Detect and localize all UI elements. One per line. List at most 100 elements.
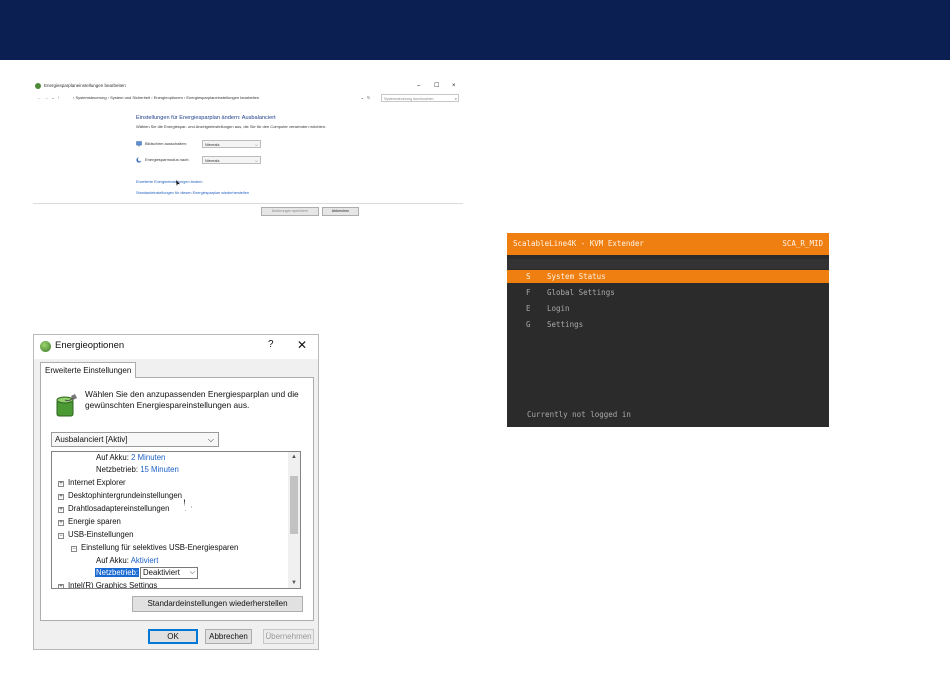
tree-item-label: Intel(R) Graphics Settings (68, 581, 158, 589)
collapse-minus-icon[interactable]: − (58, 533, 64, 539)
tree-item-intel-graphics[interactable]: + Intel(R) Graphics Settings (58, 580, 158, 589)
cancel-button[interactable]: Abbrechen (322, 207, 359, 216)
menu-label: Settings (547, 320, 584, 329)
expand-plus-icon[interactable]: + (58, 494, 64, 500)
menu-hotkey: E (526, 304, 531, 313)
chevron-down-icon: ⌵ (189, 569, 196, 576)
tree-item-label: USB-Einstellungen (68, 530, 134, 539)
tree-item-wireless-adapter[interactable]: + Drahtlosadaptereinstellungen (58, 503, 169, 515)
display-off-select[interactable]: Niemals ⌵ (202, 140, 261, 148)
kvm-menu-item-settings[interactable]: G Settings (507, 318, 829, 331)
select-value: Deaktiviert (143, 568, 180, 577)
tree-item-label: Desktophintergrundeinstellungen (68, 491, 182, 500)
breadcrumb[interactable]: › Systemsteuerung › System und Sicherhei… (73, 94, 366, 102)
kvm-divider-band (507, 259, 829, 269)
window-titlebar: Energiesparplaneinstellungen bearbeiten … (33, 80, 463, 92)
setting-value[interactable]: Aktiviert (131, 556, 159, 565)
tree-item-energy-saving[interactable]: + Energie sparen (58, 516, 121, 528)
battery-plug-icon (56, 394, 77, 417)
sleep-select[interactable]: Niemals ⌵ (202, 156, 261, 164)
chevron-down-icon[interactable]: ⌄ (361, 94, 364, 102)
collapse-minus-icon[interactable]: − (71, 546, 77, 552)
menu-label: Global Settings (547, 288, 615, 297)
save-changes-button[interactable]: Änderungen speichern (261, 207, 319, 216)
nav-arrows-icon[interactable]: ← → ⌄ ↑ (37, 93, 61, 103)
divider (33, 203, 463, 204)
restore-plan-defaults-link[interactable]: Standardeinstellungen für diesen Energie… (136, 191, 249, 195)
cancel-button[interactable]: Abbrechen (205, 629, 252, 644)
address-bar: ← → ⌄ ↑ › Systemsteuerung › System und S… (33, 93, 463, 103)
tree-setting-usb-on-battery[interactable]: Auf Akku: Aktiviert (96, 555, 158, 567)
dialog-titlebar: Energieoptionen ? ✕ (34, 335, 318, 359)
chevron-down-icon: ⌵ (254, 158, 258, 163)
kvm-header: ScalableLine4K - KVM Extender SCA_R_MID (507, 233, 829, 255)
select-value: Niemals (205, 142, 220, 147)
tree-setting-plugged-in[interactable]: Netzbetrieb: 15 Minuten (96, 464, 179, 476)
scroll-down-icon[interactable]: ▼ (288, 578, 300, 588)
power-plan-select[interactable]: Ausbalanciert [Aktiv] ⌵ (51, 432, 219, 447)
refresh-icon[interactable]: ↻ (367, 93, 370, 103)
expand-plus-icon[interactable]: + (58, 584, 64, 588)
expand-plus-icon[interactable]: + (58, 481, 64, 487)
setting-value[interactable]: 2 Minuten (131, 453, 165, 462)
menu-hotkey: S (526, 272, 531, 281)
tree-scrollbar[interactable]: ▲ ▼ (288, 452, 300, 588)
maximize-button[interactable]: ☐ (434, 80, 439, 92)
power-options-dialog: Energieoptionen ? ✕ Erweiterte Einstellu… (33, 334, 319, 650)
search-input[interactable]: Systemsteuerung durchsuchen ⌕ (381, 94, 459, 102)
control-panel-window: Energiesparplaneinstellungen bearbeiten … (33, 80, 463, 320)
setting-label: Auf Akku: (96, 556, 129, 565)
window-title: Energiesparplaneinstellungen bearbeiten (44, 83, 126, 88)
ok-button[interactable]: OK (148, 629, 198, 644)
tree-item-usb-settings[interactable]: − USB-Einstellungen (58, 529, 133, 541)
menu-label: System Status (547, 272, 606, 281)
kvm-menu-item-login[interactable]: E Login (507, 302, 829, 315)
scroll-up-icon[interactable]: ▲ (288, 452, 300, 462)
settings-tree[interactable]: Auf Akku: 2 Minuten Netzbetrieb: 15 Minu… (51, 451, 301, 589)
tab-panel: Wählen Sie den anzupassenden Energiespar… (40, 377, 314, 621)
search-placeholder: Systemsteuerung durchsuchen (384, 97, 434, 101)
expand-plus-icon[interactable]: + (58, 520, 64, 526)
setting-label-selected: Netzbetrieb: (95, 568, 140, 577)
advanced-settings-link[interactable]: Erweiterte Energieeinstellungen ändern (136, 180, 203, 184)
kvm-menu-item-global-settings[interactable]: F Global Settings (507, 286, 829, 299)
monitor-icon (136, 141, 142, 147)
tree-item-label: Internet Explorer (68, 478, 126, 487)
usb-plugged-in-select[interactable]: Deaktiviert ⌵ (140, 567, 199, 579)
menu-hotkey: F (526, 288, 531, 297)
select-value: Niemals (205, 158, 220, 163)
setting-value[interactable]: 15 Minuten (140, 465, 179, 474)
minimize-button[interactable]: – (417, 80, 420, 92)
close-button[interactable]: × (452, 80, 456, 92)
tree-setting-usb-plugged-in[interactable]: Netzbetrieb: Deaktiviert ⌵ (95, 567, 199, 579)
tree-item-label: Energie sparen (68, 517, 121, 526)
apply-button[interactable]: Übernehmen (263, 629, 314, 644)
tree-item-usb-selective-suspend[interactable]: − Einstellung für selektives USB-Energies… (71, 542, 238, 554)
kvm-login-status: Currently not logged in (527, 410, 631, 419)
sleep-moon-icon (136, 157, 142, 163)
expand-plus-icon[interactable]: + (58, 507, 64, 513)
kvm-title: ScalableLine4K - KVM Extender (513, 239, 644, 248)
power-options-icon (35, 83, 41, 89)
tree-item-desktop-background[interactable]: + Desktophintergrundeinstellungen (58, 490, 182, 502)
menu-label: Login (547, 304, 570, 313)
page-header-bar (0, 0, 950, 60)
dialog-title: Energieoptionen (55, 340, 125, 351)
tree-item-internet-explorer[interactable]: + Internet Explorer (58, 477, 126, 489)
kvm-menu-item-system-status[interactable]: S System Status (507, 270, 829, 283)
kvm-device-id: SCA_R_MID (782, 239, 823, 248)
kvm-osd-screen: ScalableLine4K - KVM Extender SCA_R_MID … (507, 233, 829, 427)
close-button[interactable]: ✕ (297, 338, 307, 352)
chevron-down-icon: ⌵ (207, 435, 214, 444)
tree-item-label: Drahtlosadaptereinstellungen (68, 504, 170, 513)
setting-label: Bildschirm ausschalten: (145, 141, 188, 146)
setting-label: Auf Akku: (96, 453, 129, 462)
tab-advanced-settings[interactable]: Erweiterte Einstellungen (40, 362, 137, 378)
page-title: Einstellungen für Energiesparplan ändern… (136, 115, 276, 121)
tree-setting-on-battery[interactable]: Auf Akku: 2 Minuten (96, 452, 165, 464)
restore-defaults-button[interactable]: Standardeinstellungen wiederherstellen (132, 596, 303, 612)
scrollbar-thumb[interactable] (290, 476, 298, 534)
help-button[interactable]: ? (268, 339, 274, 350)
breadcrumb-path: › Systemsteuerung › System und Sicherhei… (73, 95, 260, 100)
select-value: Ausbalanciert [Aktiv] (55, 435, 128, 444)
